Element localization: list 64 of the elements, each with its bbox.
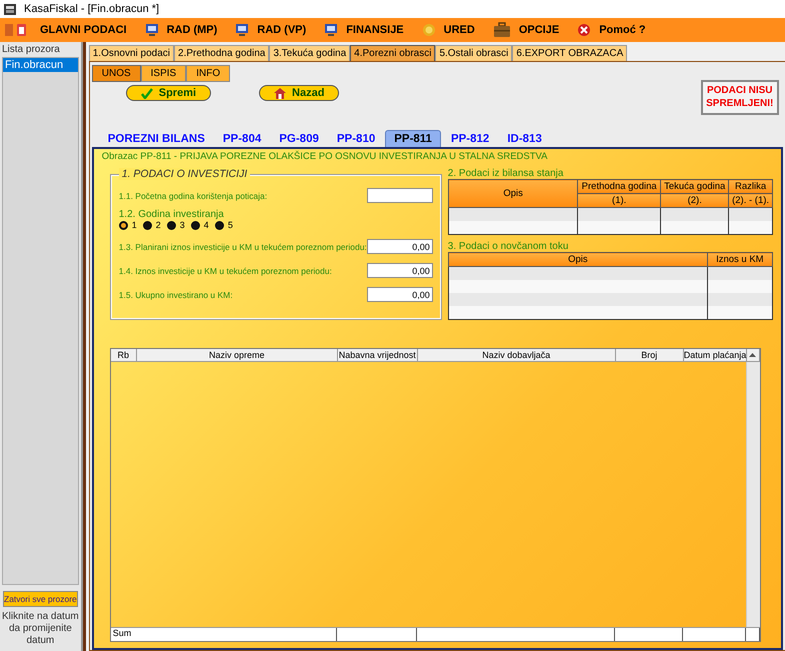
column-header: Naziv dobavljača [418, 349, 616, 362]
input-field[interactable]: 0,00 [366, 263, 433, 278]
radio-label: 2 [156, 220, 161, 230]
column-header: Opis [448, 180, 578, 208]
column-header: Opis [448, 252, 708, 266]
sidebar-title: Lista prozora [1, 43, 61, 57]
group-label: 1.2. Godina investiranja [118, 209, 225, 220]
column-header: (1). [578, 194, 660, 208]
tab[interactable]: 6.EXPORT OBRAZACA [512, 45, 628, 61]
tab[interactable]: 4.Porezni obrasci [350, 45, 436, 61]
hint-text: Kliknite na datum da promijenite datum [1, 610, 80, 648]
column-header: Razlika [728, 180, 772, 194]
tab[interactable]: INFO [186, 65, 230, 82]
tab[interactable]: UNOS [92, 65, 141, 82]
column-header: Iznos u KM [707, 252, 772, 266]
section-title: 2. Podaci iz bilansa stanja [448, 168, 564, 179]
input-field[interactable]: 0,00 [366, 287, 433, 302]
radio-label: 4 [204, 220, 209, 230]
menu-item[interactable]: FINANSIJE [318, 23, 410, 37]
section-title: 3. Podaci o novčanom toku [448, 241, 570, 252]
save-button[interactable]: Spremi [126, 85, 212, 101]
window-title: KasaFiskal - [Fin.obracun *] [24, 3, 160, 15]
form-title: Obrazac PP-811 - PRIJAVA POREZNE OLAKŠICE PO OSNOVU INVESTIRANJA U STALNA SREDSTVA [102, 151, 548, 162]
column-header: (2). [660, 194, 729, 208]
tab[interactable]: 3.Tekuća godina [269, 45, 350, 61]
tab[interactable]: 2.Prethodna godina [174, 45, 270, 61]
menu-item[interactable]: OPCIJE [486, 22, 566, 38]
form-tab[interactable]: PP-811 [385, 130, 441, 147]
column-header: Prethodna godina [578, 180, 660, 194]
radio-label: 3 [180, 220, 185, 230]
menu-item[interactable]: RAD (VP) [229, 23, 312, 37]
column-header: Naziv opreme [136, 349, 338, 362]
group-legend: 1. PODACI O INVESTICIJI [118, 168, 250, 180]
column-header: (2). - (1). [728, 194, 772, 208]
field-label: 1.5. Ukupno investirano u KM: [118, 290, 233, 300]
tab[interactable]: 1.Osnovni podaci [88, 45, 174, 61]
form-tab[interactable]: PP-804 [214, 130, 270, 147]
form-tab[interactable]: PG-809 [271, 130, 327, 147]
column-header: Nabavna vrijednost [338, 349, 418, 362]
form-tab[interactable]: ID-813 [499, 130, 550, 147]
unsaved-warning: PODACI NISU SPREMLJENI! [700, 80, 779, 115]
tab[interactable]: 5.Ostali obrasci [435, 45, 512, 61]
tab[interactable]: ISPIS [140, 65, 186, 82]
footer-label: Sum [110, 628, 337, 641]
form-tab[interactable]: PP-812 [442, 130, 498, 147]
window-list-item[interactable]: Fin.obracun [3, 58, 78, 72]
column-header: Datum plaćanja [684, 349, 747, 362]
menu-item[interactable]: GLAVNI PODACI [34, 24, 133, 36]
radio-label: 5 [228, 220, 233, 230]
input-field[interactable]: 0,00 [366, 239, 433, 254]
menu-item[interactable]: Pomoć ? [571, 23, 652, 37]
column-header: Broj [616, 349, 684, 362]
form-tab[interactable]: PP-810 [328, 130, 384, 147]
field-label: 1.4. Iznos investicije u KM u tekućem poreznom periodu: [118, 266, 332, 276]
column-header: Tekuća godina [660, 180, 729, 194]
back-button[interactable]: Nazad [259, 85, 340, 101]
form-tab[interactable]: POREZNI BILANS [100, 130, 213, 147]
field-label: 1.3. Planirani iznos investicije u KM u tekućem poreznom periodu: [118, 242, 367, 252]
field-label: 1.1. Početna godina korištenja poticaja: [118, 190, 268, 200]
column-header: Rb [110, 349, 137, 362]
radio-label: 1 [132, 220, 137, 230]
menu-item[interactable]: RAD (MP) [138, 23, 224, 37]
close-all-button[interactable]: Zatvori sve prozore [3, 591, 78, 607]
menu-item[interactable]: URED [416, 23, 481, 37]
